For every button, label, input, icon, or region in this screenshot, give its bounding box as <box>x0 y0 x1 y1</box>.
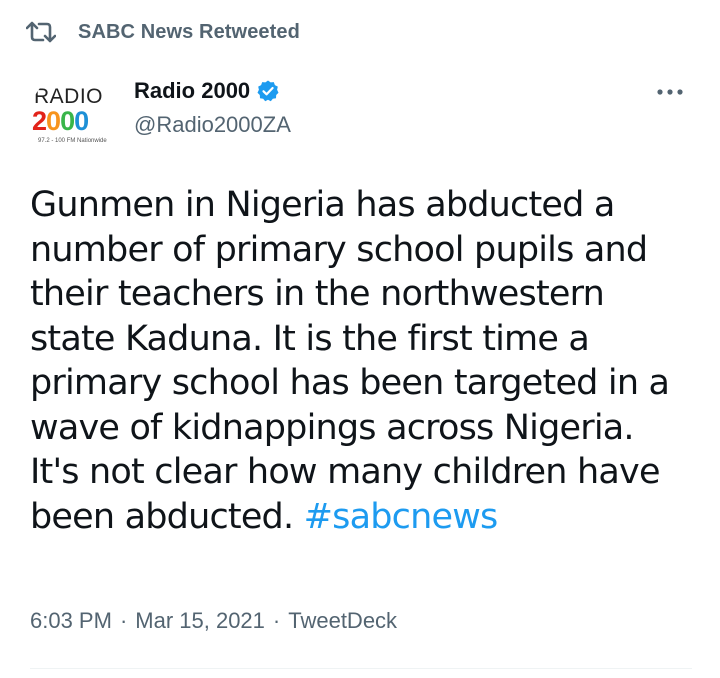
author-names: Radio 2000 @Radio2000ZA <box>134 74 291 138</box>
verified-badge-icon <box>256 79 280 103</box>
display-name[interactable]: Radio 2000 <box>134 78 250 104</box>
handle[interactable]: @Radio2000ZA <box>134 112 291 138</box>
tweet-date[interactable]: Mar 15, 2021 <box>135 608 265 634</box>
avatar-logo-tagline: 97.2 - 100 FM Nationwide <box>38 138 107 144</box>
tweet-meta: 6:03 PM · Mar 15, 2021 · TweetDeck <box>30 608 397 634</box>
tweet-time[interactable]: 6:03 PM <box>30 608 112 634</box>
tweet-text: Gunmen in Nigeria has abducted a number … <box>30 183 692 539</box>
tweet-source[interactable]: TweetDeck <box>288 608 397 634</box>
retweet-banner[interactable]: SABC News Retweeted <box>24 14 300 50</box>
avatar-logo-2000: 2000 <box>32 106 89 136</box>
more-options-icon[interactable] <box>650 82 690 102</box>
divider <box>30 668 692 669</box>
meta-separator: · <box>119 608 128 633</box>
tweet-header: RADIO 2000 97.2 - 100 FM Nationwide Radi… <box>30 72 690 162</box>
retweet-icon <box>24 15 58 49</box>
meta-separator: · <box>272 608 281 633</box>
hashtag-link[interactable]: #sabcnews <box>304 497 499 537</box>
avatar[interactable]: RADIO 2000 97.2 - 100 FM Nationwide <box>30 72 118 160</box>
tweet-body: Gunmen in Nigeria has abducted a number … <box>30 185 670 537</box>
retweet-text: SABC News Retweeted <box>78 20 300 43</box>
